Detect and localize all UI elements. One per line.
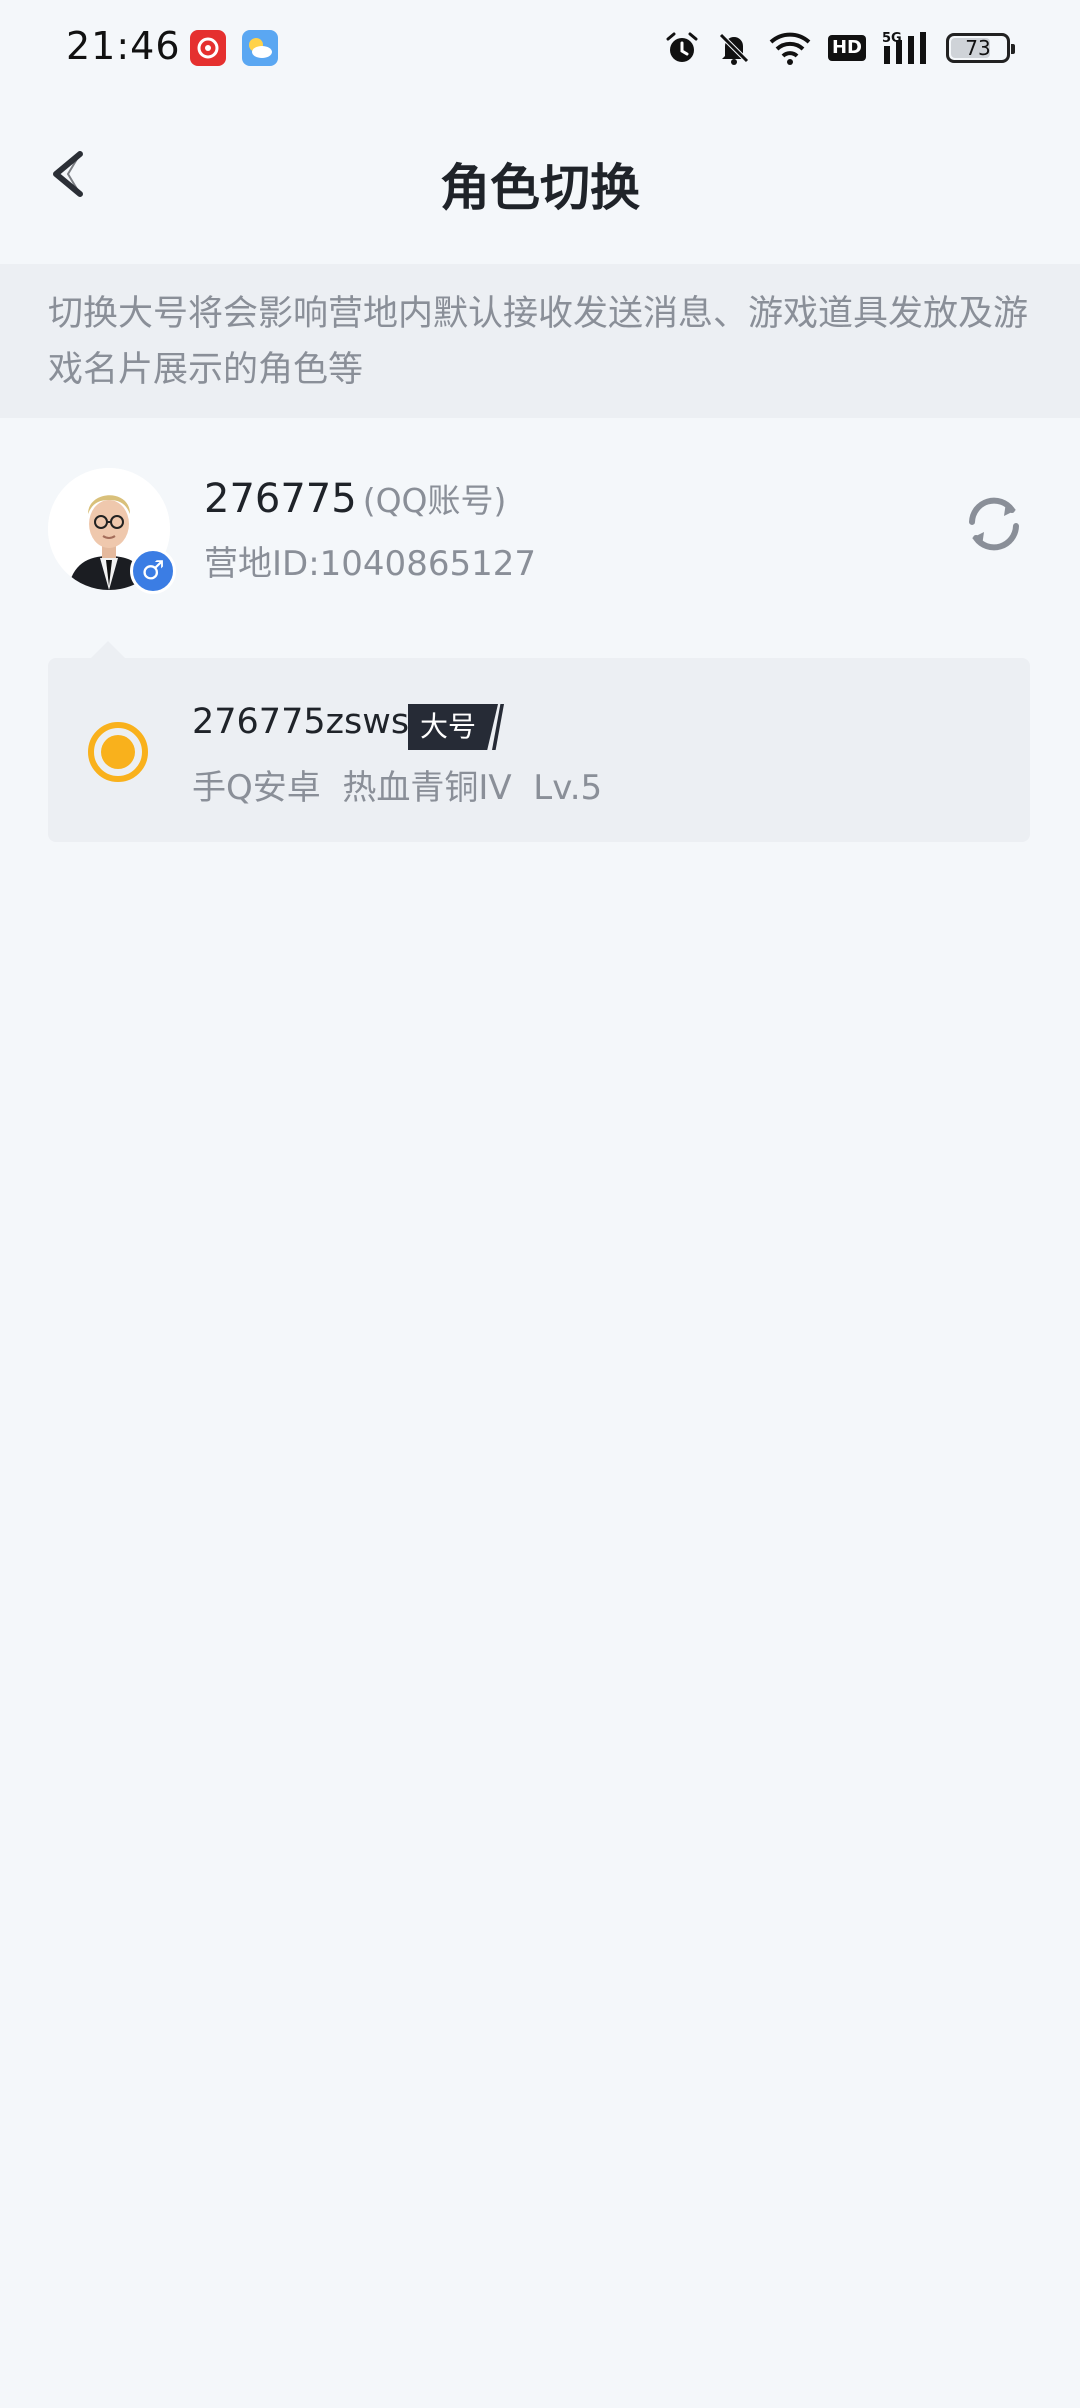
- hd-badge: HD: [827, 35, 866, 61]
- alarm-icon: [666, 32, 698, 62]
- role-name: 276775zsws: [192, 702, 410, 742]
- bell-off-icon: [719, 33, 749, 65]
- main-tag-label: 大号: [408, 704, 499, 750]
- refresh-icon: [969, 497, 1019, 551]
- wifi-icon: [769, 32, 811, 65]
- status-icons: HD 5G 73: [664, 26, 1015, 70]
- status-time: 21:46: [66, 24, 181, 68]
- main-account-tag: 大号: [408, 704, 505, 750]
- page-title: 角色切换: [440, 159, 640, 217]
- account-row: ♂ 276775 (QQ账号) 营地ID:1040865127: [0, 418, 1080, 618]
- status-bar: 21:46 HD 5G 73: [0, 0, 1080, 96]
- role-info: 手Q安卓 热血青铜IV Lv.5: [192, 768, 603, 808]
- role-card[interactable]: 276775zsws 大号 手Q安卓 热血青铜IV Lv.5: [48, 658, 1030, 842]
- account-name: 276775: [204, 476, 357, 522]
- header: 角色切换: [0, 96, 1080, 266]
- account-type: (QQ账号): [362, 481, 507, 520]
- weather-icon: [242, 30, 278, 66]
- gender-male-icon: ♂: [130, 548, 176, 594]
- battery-percent: 73: [965, 36, 991, 60]
- role-radio-selected[interactable]: [88, 722, 148, 782]
- switch-account-button[interactable]: [962, 492, 1026, 556]
- netease-music-icon: [190, 30, 226, 66]
- account-name-line: 276775 (QQ账号): [204, 474, 506, 522]
- battery-indicator: 73: [946, 33, 1015, 63]
- camp-id: 营地ID:1040865127: [204, 544, 536, 584]
- notice-text: 切换大号将会影响营地内默认接收发送消息、游戏道具发放及游戏名片展示的角色等: [0, 264, 1080, 418]
- signal-icon: 5G: [882, 31, 926, 64]
